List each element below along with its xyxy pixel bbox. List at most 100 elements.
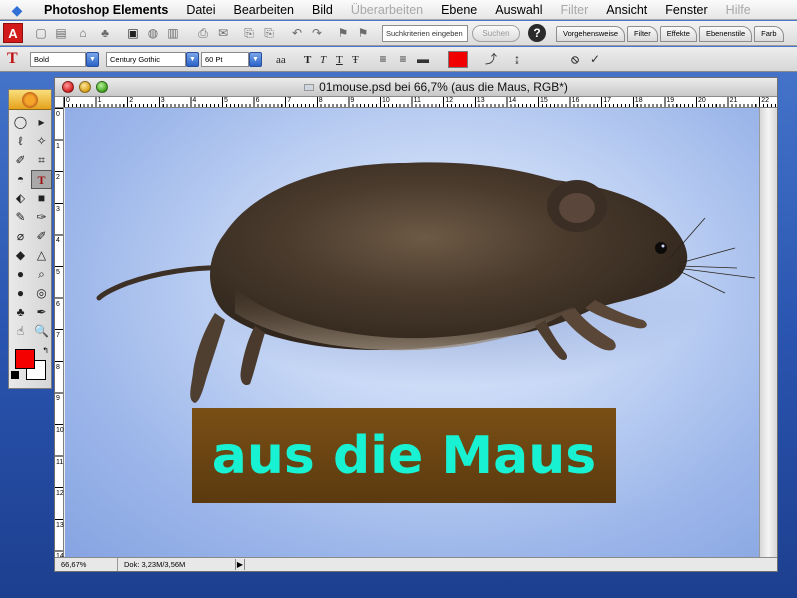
document-window: 01mouse.psd bei 66,7% (aus die Maus, RGB… — [54, 77, 778, 572]
text-layer[interactable]: aus die Maus — [192, 408, 616, 503]
ruler-origin[interactable] — [55, 97, 64, 108]
text-orientation-icon[interactable]: ↨ — [508, 51, 526, 68]
type-tool-button[interactable]: T — [31, 170, 52, 189]
red-eye-tool-icon[interactable]: ◓ — [10, 170, 31, 189]
ruler-number: 4 — [56, 237, 60, 245]
zoom-level-field[interactable]: 66,67% — [58, 558, 108, 571]
menu-auswahl[interactable]: Auswahl — [486, 0, 551, 20]
marquee-tool-icon[interactable]: ◯ — [10, 113, 31, 132]
adobe-logo-icon[interactable]: A — [3, 23, 23, 43]
font-size-select[interactable]: 60 Pt — [201, 52, 249, 67]
help-icon[interactable]: ? — [528, 24, 546, 42]
palette-tab-vorgehensweise[interactable]: Vorgehensweise — [556, 26, 626, 42]
menu-fenster[interactable]: Fenster — [656, 0, 716, 20]
menu-datei[interactable]: Datei — [177, 0, 224, 20]
menu-filter[interactable]: Filter — [552, 0, 598, 20]
ruler-number: 2 — [129, 97, 134, 104]
sharpen-tool-icon[interactable]: △ — [31, 246, 52, 265]
impressionist-brush-tool-icon[interactable]: ✐ — [31, 227, 52, 246]
chevron-down-icon[interactable]: ▼ — [86, 52, 99, 67]
text-color-swatch[interactable] — [448, 51, 468, 68]
search-button[interactable]: Suchen — [472, 25, 520, 42]
print-icon[interactable]: ⎙ — [194, 24, 212, 42]
dodge-tool-icon[interactable]: ● — [10, 284, 31, 303]
cancel-icon[interactable]: ⦸ — [566, 51, 584, 68]
image-canvas[interactable]: aus die Maus — [65, 108, 759, 557]
zoom-tool-icon[interactable]: 🔍 — [31, 322, 52, 341]
palette-tab-effekte[interactable]: Effekte — [659, 26, 697, 42]
gradient-tool-icon[interactable]: ■ — [31, 189, 52, 208]
online-print-icon[interactable]: ⎘ — [240, 24, 258, 42]
type-tool-icon[interactable]: T — [7, 50, 23, 68]
undo-icon[interactable]: ↶ — [288, 24, 306, 42]
save-icon[interactable]: ▣ — [124, 24, 142, 42]
menu-hilfe[interactable]: Hilfe — [717, 0, 760, 20]
print-preview-icon[interactable]: ▥ — [164, 24, 182, 42]
swap-colors-icon[interactable]: ↰ — [42, 346, 49, 355]
blur-tool-icon[interactable]: ◆ — [10, 246, 31, 265]
horizontal-ruler[interactable]: 0 1 2 3 4 5 6 7 8 9 10 11 12 13 14 15 16 17 18 19 20 21 22 — [64, 97, 777, 108]
save-web-icon[interactable]: ◍ — [144, 24, 162, 42]
paint-bucket-tool-icon[interactable]: ⬖ — [10, 189, 31, 208]
vertical-scrollbar[interactable] — [759, 108, 777, 557]
hand-tool-icon[interactable]: ☝ — [10, 322, 31, 341]
menu-bearbeiten[interactable]: Bearbeiten — [225, 0, 303, 20]
redo-icon[interactable]: ↷ — [308, 24, 326, 42]
smudge-tool-icon[interactable]: ⌕ — [31, 265, 52, 284]
antialias-button[interactable]: aa — [276, 52, 286, 68]
ruler-number: 1 — [56, 142, 60, 150]
menu-bar: ◆ Photoshop Elements Datei Bearbeiten Bi… — [0, 0, 797, 20]
sponge-tool-icon[interactable]: ● — [10, 265, 31, 284]
toolbox-header[interactable] — [9, 90, 51, 110]
pencil-tool-icon[interactable]: ✑ — [31, 208, 52, 227]
step-forward-icon[interactable]: ⚑ — [354, 24, 372, 42]
ruler-number: 19 — [666, 97, 675, 104]
lasso-tool-icon[interactable]: ℓ — [10, 132, 31, 151]
menu-ebene[interactable]: Ebene — [432, 0, 486, 20]
menu-ueberarbeiten[interactable]: Überarbeiten — [342, 0, 432, 20]
strikethrough-button[interactable]: Ŧ — [352, 52, 359, 68]
clone-stamp-tool-icon[interactable]: ♣ — [10, 303, 31, 322]
custom-shape-tool-icon[interactable]: ◎ — [31, 284, 52, 303]
crop-tool-icon[interactable]: ⌗ — [31, 151, 52, 170]
online-share-icon[interactable]: ⎘ — [260, 24, 278, 42]
faux-italic-button[interactable]: T — [320, 52, 326, 68]
browse-icon[interactable]: ♣ — [96, 24, 114, 42]
status-menu-arrow-icon[interactable]: ▶ — [235, 559, 245, 570]
move-tool-icon[interactable]: ▸ — [31, 113, 52, 132]
palette-tab-filter[interactable]: Filter — [627, 26, 658, 42]
email-icon[interactable]: ✉ — [214, 24, 232, 42]
align-center-icon[interactable]: ≡ — [394, 51, 412, 68]
foreground-color-swatch[interactable] — [15, 349, 35, 369]
chevron-down-icon[interactable]: ▼ — [186, 52, 199, 67]
commit-icon[interactable]: ✓ — [586, 51, 604, 68]
font-style-select[interactable]: Bold — [30, 52, 86, 67]
palette-tab-ebenenstile[interactable]: Ebenenstile — [698, 26, 753, 42]
align-right-icon[interactable]: ▬ — [414, 51, 432, 68]
font-family-select[interactable]: Century Gothic — [106, 52, 186, 67]
underline-button[interactable]: T — [336, 52, 343, 68]
faux-bold-button[interactable]: T — [304, 52, 311, 68]
brush-selection-tool-icon[interactable]: ✐ — [10, 151, 31, 170]
open-file-icon[interactable]: ⌂ — [74, 24, 92, 42]
new-file-icon[interactable]: ▢ — [32, 24, 50, 42]
brush-tool-icon[interactable]: ✎ — [10, 208, 31, 227]
warp-text-icon[interactable]: ⤴ — [482, 51, 500, 68]
menu-app-name[interactable]: Photoshop Elements — [44, 0, 177, 20]
default-colors-icon[interactable] — [11, 371, 19, 379]
document-titlebar[interactable]: 01mouse.psd bei 66,7% (aus die Maus, RGB… — [55, 78, 777, 97]
step-backward-icon[interactable]: ⚑ — [334, 24, 352, 42]
magic-wand-tool-icon[interactable]: ✧ — [31, 132, 52, 151]
vertical-ruler[interactable]: 01234567891011121314 — [55, 108, 64, 560]
palette-tab-farb[interactable]: Farb — [754, 26, 784, 42]
search-input[interactable]: Suchkriterien eingeben — [382, 25, 468, 42]
eyedropper-tool-icon[interactable]: ✒ — [31, 303, 52, 322]
ruler-number: 5 — [224, 97, 228, 104]
eraser-tool-icon[interactable]: ⌀ — [10, 227, 31, 246]
apple-menu-icon[interactable]: ◆ — [8, 2, 26, 18]
chevron-down-icon[interactable]: ▼ — [249, 52, 262, 67]
align-left-icon[interactable]: ≡ — [374, 51, 392, 68]
new-from-scanner-icon[interactable]: ▤ — [52, 24, 70, 42]
menu-ansicht[interactable]: Ansicht — [597, 0, 656, 20]
menu-bild[interactable]: Bild — [303, 0, 342, 20]
